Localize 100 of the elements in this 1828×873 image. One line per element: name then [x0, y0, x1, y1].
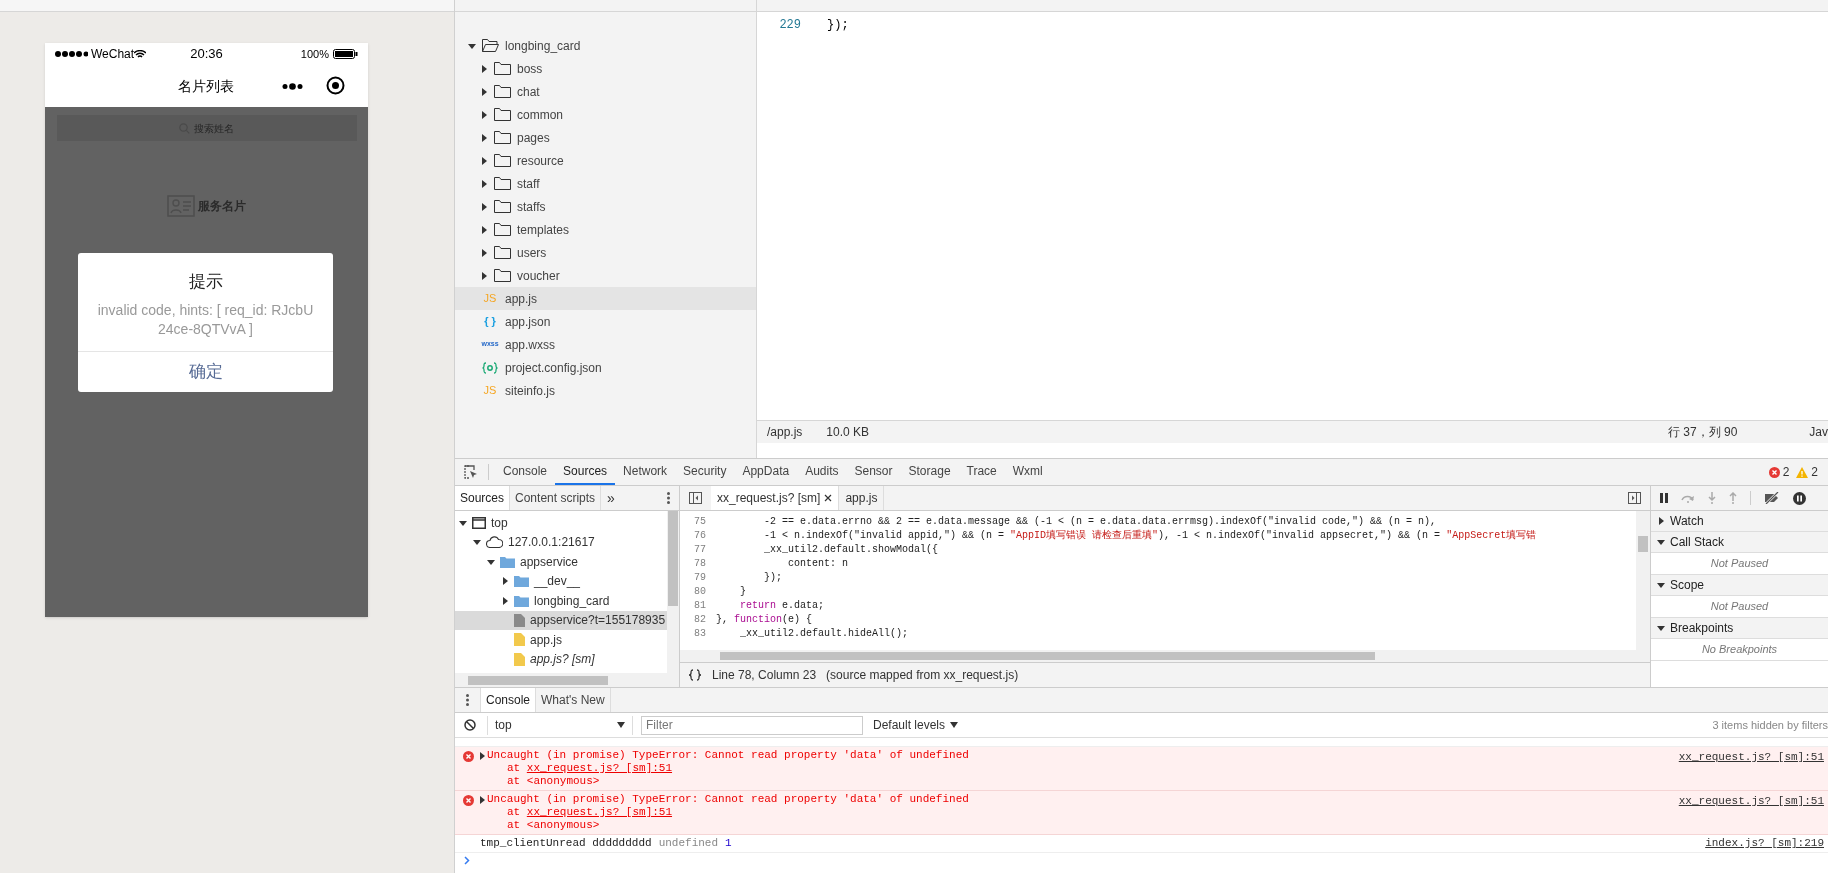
source-tab[interactable]: app.js — [839, 486, 885, 510]
open-folder-icon — [482, 39, 499, 52]
pane-header[interactable]: Watch — [1651, 511, 1828, 532]
expanded-triangle-icon[interactable] — [1657, 624, 1665, 632]
empty-state-label: 服务名片 — [198, 198, 246, 215]
collapsed-triangle-icon[interactable] — [480, 64, 488, 73]
tree-item[interactable]: app.js? [sm] — [455, 649, 667, 669]
tree-item[interactable]: JS siteinfo.js — [455, 379, 756, 402]
stack-frame: at xx_request.js? [sm]:51 — [487, 762, 1679, 775]
tree-item[interactable]: { } app.json — [455, 310, 756, 333]
collapsed-triangle-icon[interactable] — [480, 156, 488, 165]
more-tabs-button[interactable]: » — [601, 486, 621, 510]
collapsed-triangle-icon[interactable] — [480, 133, 488, 142]
collapsed-triangle-icon[interactable] — [480, 202, 488, 211]
tree-item[interactable]: JS app.js — [455, 287, 756, 310]
tree-item[interactable]: longbing_card — [455, 34, 756, 57]
tree-item[interactable]: appservice?t=155178935 — [455, 610, 667, 630]
collapsed-triangle-icon[interactable] — [480, 110, 488, 119]
context-dropdown[interactable]: top — [487, 715, 633, 735]
pane-header[interactable]: Call Stack — [1651, 532, 1828, 553]
scrollbar-thumb[interactable] — [720, 652, 1375, 660]
confirm-button[interactable]: 确定 — [78, 350, 333, 392]
source-link[interactable]: xx_request.js? [sm]:51 — [526, 762, 673, 774]
tree-item[interactable]: app.js — [455, 630, 667, 650]
devtools-tab[interactable]: AppData — [734, 459, 798, 485]
devtools-tab[interactable]: Console — [495, 459, 556, 485]
prompt-icon[interactable] — [464, 855, 470, 865]
tree-item[interactable]: staffs — [455, 195, 756, 218]
tree-item[interactable]: appservice — [455, 552, 667, 572]
collapsed-triangle-icon[interactable] — [480, 271, 488, 280]
tree-item[interactable]: chat — [455, 80, 756, 103]
target-icon[interactable] — [326, 76, 345, 95]
tree-item[interactable]: resource — [455, 149, 756, 172]
collapsed-triangle-icon[interactable] — [1657, 517, 1665, 525]
devtools-tab[interactable]: Storage — [900, 459, 959, 485]
language-text: Jav — [1809, 424, 1828, 441]
folder-icon — [494, 154, 511, 167]
expanded-triangle-icon[interactable] — [459, 518, 467, 527]
clear-console-icon[interactable] — [464, 719, 476, 731]
expanded-triangle-icon[interactable] — [473, 538, 481, 547]
devtools-tab[interactable]: Wxml — [1004, 459, 1051, 485]
tree-item[interactable]: __dev__ — [455, 571, 667, 591]
navigator-tab[interactable]: Sources — [455, 486, 511, 510]
tree-item[interactable]: common — [455, 103, 756, 126]
navigator-tab[interactable]: Content scripts — [510, 486, 602, 510]
collapsed-triangle-icon[interactable] — [478, 796, 486, 804]
scrollbar-thumb[interactable] — [468, 675, 608, 685]
source-tab[interactable]: xx_request.js? [sm] — [711, 486, 840, 510]
collapsed-triangle-icon[interactable] — [501, 596, 509, 605]
collapsed-triangle-icon[interactable] — [480, 179, 488, 188]
source-link[interactable]: index.js? [sm]:219 — [1705, 835, 1824, 852]
drawer-tab[interactable]: Console — [480, 688, 537, 712]
filter-field[interactable]: Filter — [641, 715, 863, 735]
expanded-triangle-icon[interactable] — [487, 557, 495, 566]
levels-dropdown[interactable]: Default levels — [873, 716, 959, 734]
folder-icon — [494, 108, 511, 121]
collapsed-triangle-icon[interactable] — [480, 225, 488, 234]
tree-item[interactable]: project.config.json — [455, 356, 756, 379]
expanded-triangle-icon[interactable] — [1657, 538, 1665, 546]
tree-item[interactable]: pages — [455, 126, 756, 149]
clock-text: 20:36 — [189, 45, 224, 64]
tree-item[interactable]: top — [455, 513, 667, 533]
source-link[interactable]: xx_request.js? [sm]:51 — [1678, 793, 1824, 832]
format-icon[interactable] — [688, 669, 702, 681]
devtools-tab[interactable]: Audits — [797, 459, 847, 485]
line-number: 78 — [693, 556, 706, 571]
expanded-triangle-icon[interactable] — [468, 41, 476, 50]
source-link[interactable]: xx_request.js? [sm]:51 — [526, 806, 673, 818]
tree-item[interactable]: longbing_card — [455, 591, 667, 611]
source-link[interactable]: xx_request.js? [sm]:51 — [1678, 749, 1824, 788]
tree-item[interactable]: templates — [455, 218, 756, 241]
expanded-triangle-icon[interactable] — [1657, 581, 1665, 589]
scrollbar-thumb[interactable] — [668, 511, 678, 606]
pause-icon[interactable] — [1660, 493, 1668, 503]
drawer-tab[interactable]: What's New — [536, 688, 611, 712]
tree-item[interactable]: boss — [455, 57, 756, 80]
horizontal-scrollbar[interactable] — [680, 650, 1650, 662]
collapsed-triangle-icon[interactable] — [501, 577, 509, 586]
horizontal-scrollbar[interactable] — [455, 673, 679, 687]
devtools-tab[interactable]: Security — [675, 459, 735, 485]
line-number: 81 — [693, 598, 706, 613]
pane-header[interactable]: Scope — [1651, 575, 1828, 596]
pause-on-exceptions-icon[interactable] — [1793, 491, 1806, 505]
tree-item[interactable]: staff — [455, 172, 756, 195]
more-icon[interactable] — [282, 83, 303, 90]
tree-item[interactable]: voucher — [455, 264, 756, 287]
tree-item[interactable]: 127.0.0.1:21617 — [455, 532, 667, 552]
vertical-scrollbar[interactable] — [667, 511, 679, 673]
vertical-scrollbar[interactable] — [1636, 511, 1650, 650]
tree-item[interactable]: users — [455, 241, 756, 264]
devtools-tab[interactable]: Sensor — [846, 459, 901, 485]
collapsed-triangle-icon[interactable] — [480, 87, 488, 96]
collapsed-triangle-icon[interactable] — [478, 752, 486, 760]
close-icon[interactable] — [824, 494, 833, 502]
collapsed-triangle-icon[interactable] — [480, 248, 488, 257]
devtools-tab[interactable]: Network — [615, 459, 676, 485]
pane-header[interactable]: Breakpoints — [1651, 618, 1828, 639]
deactivate-breakpoints-icon[interactable] — [1764, 492, 1780, 504]
devtools-tab[interactable]: Trace — [958, 459, 1005, 485]
scrollbar-thumb[interactable] — [1638, 536, 1648, 552]
